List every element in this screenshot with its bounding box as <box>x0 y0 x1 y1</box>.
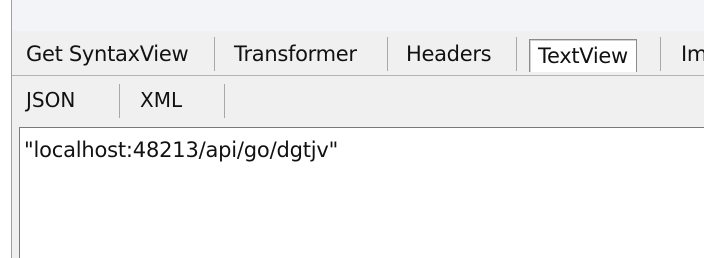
tab-transformer[interactable]: Transformer <box>234 35 357 73</box>
subtab-xml[interactable]: XML <box>140 82 182 118</box>
subtab-separator <box>119 84 120 118</box>
tab-separator <box>214 37 215 71</box>
tab-separator <box>660 37 661 71</box>
subtab-separator <box>224 84 225 118</box>
subtab-json[interactable]: JSON <box>26 82 75 118</box>
format-subtab-row: JSON XML <box>12 76 704 126</box>
response-body-text: "localhost:48213/api/go/dgtjv" <box>24 138 339 162</box>
tab-textview[interactable]: TextView <box>529 39 637 72</box>
response-text-area[interactable]: "localhost:48213/api/go/dgtjv" <box>19 127 704 258</box>
tab-separator <box>387 37 388 71</box>
toolbar-strip <box>12 0 704 32</box>
inspector-window: Get SyntaxView Transformer Headers TextV… <box>0 0 704 258</box>
tab-imageview-partial[interactable]: Im <box>681 35 704 73</box>
tab-separator <box>516 37 517 71</box>
tab-headers[interactable]: Headers <box>406 35 492 73</box>
tab-get-syntaxview[interactable]: Get SyntaxView <box>26 35 189 73</box>
window-left-border <box>0 0 12 258</box>
inspector-tab-row: Get SyntaxView Transformer Headers TextV… <box>12 31 704 76</box>
